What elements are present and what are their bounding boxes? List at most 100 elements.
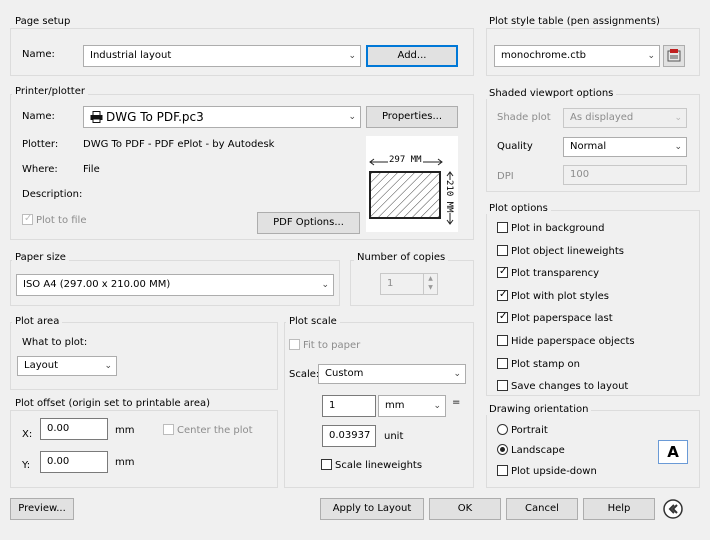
check-icon: ✓ [499, 289, 508, 300]
cancel-button[interactable]: Cancel [506, 498, 578, 520]
scale-unit-value: mm [385, 400, 405, 411]
plotter-value: DWG To PDF - PDF ePlot - by Autodesk [83, 139, 275, 150]
plot-to-file-checkbox[interactable]: ✓ Plot to file [22, 213, 87, 228]
edit-plot-style-button[interactable] [663, 45, 685, 67]
where-label: Where: [22, 164, 58, 175]
plot-option-label: Plot in background [511, 223, 605, 234]
collapse-options-button[interactable] [662, 498, 684, 520]
scale-denominator-input[interactable]: 0.03937 [322, 425, 376, 447]
chevron-down-icon: ⌄ [348, 51, 356, 61]
scale-unit-select[interactable]: mm ⌄ [378, 395, 446, 417]
plot-option-checkbox[interactable]: Plot object lineweights [497, 245, 624, 259]
check-icon: ✓ [499, 311, 508, 322]
checkbox-box [497, 245, 508, 256]
printer-name-value: DWG To PDF.pc3 [106, 110, 204, 124]
fit-to-paper-checkbox[interactable]: Fit to paper [289, 339, 360, 353]
upside-down-checkbox[interactable]: Plot upside-down [497, 465, 597, 479]
landscape-label: Landscape [511, 445, 565, 456]
offset-x-unit: mm [115, 425, 135, 436]
page-setup-name-select[interactable]: Industrial layout ⌄ [83, 45, 361, 67]
portrait-label: Portrait [511, 425, 548, 436]
plot-option-checkbox[interactable]: Hide paperspace objects [497, 335, 635, 349]
plot-option-checkbox[interactable]: Save changes to layout [497, 380, 628, 394]
checkbox-box [497, 465, 508, 476]
copies-spinner[interactable]: ▲ ▼ [423, 274, 437, 294]
plot-option-checkbox[interactable]: ✓ Plot transparency [497, 266, 600, 281]
chevron-down-icon: ⌄ [104, 361, 112, 371]
plot-style-title: Plot style table (pen assignments) [486, 16, 663, 27]
check-icon: ✓ [24, 213, 33, 224]
scale-numerator-input[interactable]: 1 [322, 395, 376, 417]
paper-preview: 297 MM 210 MM [366, 136, 458, 232]
plot-offset-title: Plot offset (origin set to printable are… [12, 398, 214, 409]
checkbox-box [497, 358, 508, 369]
plotter-label: Plotter: [22, 139, 59, 150]
checkbox-box: ✓ [497, 266, 508, 278]
scale-select[interactable]: Custom ⌄ [318, 364, 466, 384]
plot-style-select[interactable]: monochrome.ctb ⌄ [494, 45, 660, 67]
pdf-options-button[interactable]: PDF Options... [257, 212, 360, 234]
add-button[interactable]: Add... [366, 45, 458, 67]
apply-to-layout-button[interactable]: Apply to Layout [320, 498, 424, 520]
quality-label: Quality [497, 141, 533, 152]
ok-button[interactable]: OK [429, 498, 501, 520]
fit-to-paper-label: Fit to paper [303, 340, 361, 351]
offset-x-input[interactable]: 0.00 [40, 418, 108, 440]
preview-button[interactable]: Preview... [10, 498, 74, 520]
copies-title: Number of copies [354, 252, 449, 263]
quality-value: Normal [570, 141, 607, 152]
orientation-title: Drawing orientation [486, 404, 592, 415]
offset-y-unit: mm [115, 457, 135, 468]
center-plot-label: Center the plot [177, 425, 253, 436]
paper-width-label: 297 MM [388, 155, 423, 165]
description-label: Description: [22, 189, 83, 200]
dpi-input[interactable]: 100 [563, 165, 687, 185]
scale-lineweights-checkbox[interactable]: Scale lineweights [321, 459, 422, 473]
plot-option-label: Plot transparency [511, 268, 600, 279]
copies-input[interactable]: 1 ▲ ▼ [380, 273, 438, 295]
offset-y-label: Y: [22, 460, 31, 471]
equals-label: = [452, 397, 461, 408]
plot-option-label: Save changes to layout [511, 381, 629, 392]
checkbox-box [497, 380, 508, 391]
plot-option-checkbox[interactable]: ✓ Plot with plot styles [497, 289, 609, 304]
scale-lineweights-label: Scale lineweights [335, 460, 423, 471]
quality-select[interactable]: Normal ⌄ [563, 137, 687, 157]
paper-size-select[interactable]: ISO A4 (297.00 x 210.00 MM) ⌄ [16, 274, 334, 296]
properties-button[interactable]: Properties... [366, 106, 458, 128]
checkbox-box [163, 424, 174, 435]
checkbox-box [289, 339, 300, 350]
plot-options-title: Plot options [486, 203, 551, 214]
plot-option-checkbox[interactable]: Plot in background [497, 222, 604, 236]
plot-option-checkbox[interactable]: ✓ Plot paperspace last [497, 311, 613, 326]
plot-option-label: Hide paperspace objects [511, 336, 635, 347]
chevron-down-icon: ⌄ [348, 112, 356, 122]
plot-scale-title: Plot scale [286, 316, 340, 327]
radio-circle [497, 444, 508, 455]
printer-icon [90, 111, 103, 123]
checkbox-box: ✓ [497, 311, 508, 323]
plot-option-label: Plot object lineweights [511, 246, 624, 257]
plot-to-file-label: Plot to file [36, 215, 87, 226]
chevron-left-circle-icon [663, 499, 683, 519]
plot-option-label: Plot paperspace last [511, 313, 613, 324]
scale-denominator-unit: unit [384, 431, 404, 442]
chevron-down-icon: ⌄ [674, 142, 682, 152]
portrait-radio[interactable]: Portrait [497, 424, 548, 438]
scale-label: Scale: [289, 369, 320, 380]
plot-option-checkbox[interactable]: Plot stamp on [497, 358, 580, 372]
what-to-plot-select[interactable]: Layout ⌄ [17, 356, 117, 376]
shade-plot-label: Shade plot [497, 112, 551, 123]
paper-size-title: Paper size [12, 252, 69, 263]
dpi-label: DPI [497, 171, 514, 182]
help-button[interactable]: Help [583, 498, 655, 520]
page-setup-name-label: Name: [22, 49, 55, 60]
center-plot-checkbox[interactable]: Center the plot [163, 424, 253, 438]
offset-x-label: X: [22, 429, 33, 440]
paper-size-value: ISO A4 (297.00 x 210.00 MM) [23, 279, 171, 290]
shade-plot-select[interactable]: As displayed ⌄ [563, 108, 687, 128]
plot-option-label: Plot stamp on [511, 359, 581, 370]
landscape-radio[interactable]: Landscape [497, 444, 565, 458]
printer-name-select[interactable]: DWG To PDF.pc3 ⌄ [83, 106, 361, 128]
offset-y-input[interactable]: 0.00 [40, 451, 108, 473]
